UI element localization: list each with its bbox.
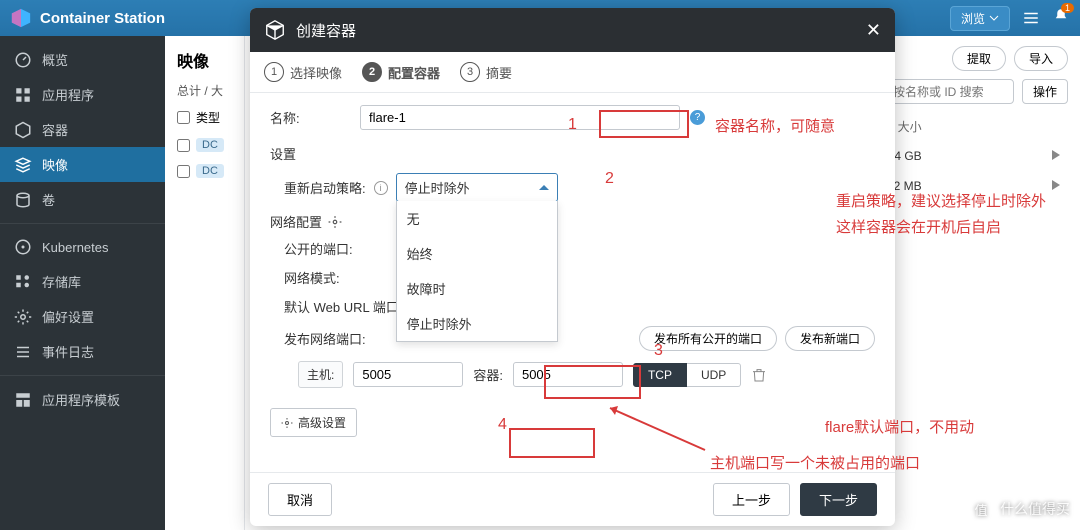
gear-icon[interactable] (328, 215, 342, 229)
sidebar-item-preferences[interactable]: 偏好设置 (0, 299, 165, 334)
browse-button[interactable]: 浏览 (950, 6, 1010, 31)
name-input[interactable] (360, 105, 680, 130)
layers-icon (14, 156, 32, 174)
list-icon (14, 343, 32, 361)
sidebar-item-overview[interactable]: 概览 (0, 42, 165, 77)
step-indicator: 1选择映像 2配置容器 3摘要 (250, 52, 895, 93)
sidebar-item-apps[interactable]: 应用程序 (0, 77, 165, 112)
tcp-button[interactable]: TCP (633, 363, 687, 387)
modal-title: 创建容器 (296, 20, 866, 41)
sidebar: 概览 应用程序 容器 映像 卷 Kubernetes 存储库 偏好设置 事件日志… (0, 36, 165, 530)
row-checkbox[interactable] (177, 165, 190, 178)
play-icon[interactable] (1052, 180, 1060, 190)
sidebar-item-templates[interactable]: 应用程序模板 (0, 382, 165, 417)
publish-all-button[interactable]: 发布所有公开的端口 (639, 326, 777, 351)
dropdown-option[interactable]: 故障时 (397, 271, 557, 306)
dropdown-option[interactable]: 停止时除外 (397, 306, 557, 341)
gear-icon (14, 308, 32, 326)
settings-section-label: 设置 (270, 144, 875, 163)
netconfig-label: 网络配置 (270, 212, 322, 231)
restart-dropdown: 无 始终 故障时 停止时除外 (396, 201, 558, 342)
restart-policy-select[interactable]: 停止时除外 无 始终 故障时 停止时除外 (396, 173, 558, 202)
publish-port-label: 发布网络端口: (284, 329, 366, 348)
notification-button[interactable]: 1 (1052, 7, 1070, 30)
header-checkbox[interactable] (177, 111, 190, 124)
info-icon[interactable]: i (374, 181, 388, 195)
caret-up-icon (539, 185, 549, 190)
host-label: 主机: (298, 361, 343, 388)
sidebar-item-events[interactable]: 事件日志 (0, 334, 165, 369)
public-port-label: 公开的端口: (284, 239, 353, 258)
host-port-input[interactable] (353, 362, 463, 387)
step-1[interactable]: 1选择映像 (264, 62, 342, 82)
cancel-button[interactable]: 取消 (268, 483, 332, 516)
dropdown-option[interactable]: 无 (397, 201, 557, 236)
gear-icon (281, 417, 293, 429)
help-icon[interactable]: ? (690, 110, 705, 125)
dropdown-option[interactable]: 始终 (397, 236, 557, 271)
page-title: 映像 (177, 48, 232, 72)
modal-body: 名称: ? 设置 重新启动策略: i 停止时除外 无 始终 故障时 停止时除外 (250, 93, 895, 472)
protocol-toggle: TCP UDP (633, 363, 741, 387)
netmode-label: 网络模式: (284, 268, 340, 287)
kubernetes-icon (14, 238, 32, 256)
export-button[interactable]: 导入 (1014, 46, 1068, 71)
sidebar-item-images[interactable]: 映像 (0, 147, 165, 182)
logo-icon (10, 7, 32, 29)
search-input[interactable] (884, 79, 1014, 104)
gauge-icon (14, 51, 32, 69)
publish-new-button[interactable]: 发布新端口 (785, 326, 875, 351)
default-url-label: 默认 Web URL 端口: (284, 297, 402, 316)
chevron-down-icon (989, 13, 999, 23)
modal-footer: 取消 上一步 下一步 (250, 472, 895, 526)
watermark-badge: 值 (968, 496, 994, 522)
sidebar-item-containers[interactable]: 容器 (0, 112, 165, 147)
trash-icon[interactable] (751, 367, 767, 383)
grid-icon (14, 86, 32, 104)
sidebar-item-repos[interactable]: 存储库 (0, 264, 165, 299)
restart-label: 重新启动策略: (284, 178, 366, 197)
next-button[interactable]: 下一步 (800, 483, 877, 516)
repo-icon (14, 273, 32, 291)
fetch-button[interactable]: 提取 (952, 46, 1006, 71)
create-container-modal: 创建容器 ✕ 1选择映像 2配置容器 3摘要 名称: ? 设置 重新启动策略: … (250, 8, 895, 526)
container-label: 容器: (473, 365, 503, 384)
sidebar-item-volumes[interactable]: 卷 (0, 182, 165, 217)
modal-header: 创建容器 ✕ (250, 8, 895, 52)
operate-button[interactable]: 操作 (1022, 79, 1068, 104)
step-3[interactable]: 3摘要 (460, 62, 512, 82)
play-icon[interactable] (1052, 150, 1060, 160)
close-button[interactable]: ✕ (866, 20, 881, 41)
prev-button[interactable]: 上一步 (713, 483, 790, 516)
udp-button[interactable]: UDP (687, 363, 741, 387)
database-icon (14, 191, 32, 209)
name-label: 名称: (270, 108, 350, 127)
watermark: 值 什么值得买 (968, 496, 1070, 522)
cube-icon (14, 121, 32, 139)
summary-text: 总计 / 大 (177, 82, 232, 99)
step-2[interactable]: 2配置容器 (362, 62, 440, 82)
container-port-input[interactable] (513, 362, 623, 387)
template-icon (14, 391, 32, 409)
stack-icon[interactable] (1022, 9, 1040, 27)
advanced-settings-button[interactable]: 高级设置 (270, 408, 357, 437)
sidebar-item-kubernetes[interactable]: Kubernetes (0, 230, 165, 264)
row-checkbox[interactable] (177, 139, 190, 152)
cube-icon (264, 19, 286, 41)
